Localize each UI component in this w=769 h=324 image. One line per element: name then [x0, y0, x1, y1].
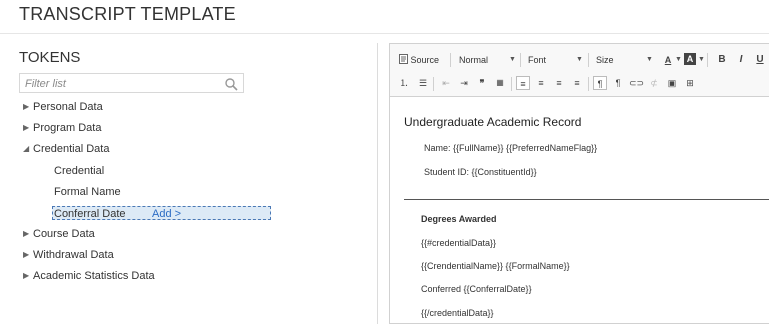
- horizontal-rule: [404, 199, 769, 200]
- increase-indent-icon[interactable]: ⇥: [457, 76, 471, 90]
- size-value: Size: [596, 55, 614, 65]
- format-value: Normal: [459, 55, 489, 65]
- search-icon[interactable]: [224, 77, 238, 91]
- editor-content[interactable]: Undergraduate Academic Record Name: {{Fu…: [390, 97, 769, 323]
- toolbar-separator: [433, 77, 434, 91]
- source-icon: [399, 54, 408, 64]
- template-line[interactable]: {{CrendentialName}} {{FormalName}}: [421, 261, 570, 271]
- font-select[interactable]: Font ▼: [528, 52, 584, 68]
- template-line[interactable]: {{/credentialData}}: [421, 308, 494, 318]
- table-icon[interactable]: ⊞: [683, 76, 697, 90]
- background-color-icon[interactable]: A: [684, 53, 696, 65]
- toolbar-separator: [707, 53, 708, 67]
- title-divider: [0, 33, 769, 34]
- caret-down-icon[interactable]: ◢: [23, 140, 33, 158]
- image-icon[interactable]: ▣: [665, 76, 679, 90]
- div-container-icon[interactable]: ▦: [493, 76, 507, 90]
- font-value: Font: [528, 55, 547, 65]
- toolbar-separator: [588, 53, 589, 67]
- toolbar-separator: [450, 53, 451, 67]
- caret-right-icon[interactable]: ▶: [23, 225, 33, 243]
- tree-item-label: Withdrawal Data: [33, 249, 114, 261]
- caret-right-icon[interactable]: ▶: [23, 246, 33, 264]
- underline-button[interactable]: U: [753, 53, 767, 67]
- size-select[interactable]: Size ▼: [596, 52, 653, 68]
- dropdown-arrow-icon: ▼: [509, 56, 516, 63]
- page-title: TRANSCRIPT TEMPLATE: [19, 4, 236, 24]
- tree-item-withdrawal-data[interactable]: ▶ Withdrawal Data: [23, 246, 114, 264]
- document-title[interactable]: Undergraduate Academic Record: [404, 115, 581, 129]
- tree-item-label: Program Data: [33, 122, 102, 134]
- filter-field[interactable]: [19, 73, 244, 93]
- tree-item-program-data[interactable]: ▶ Program Data: [23, 119, 101, 137]
- numbered-list-icon[interactable]: ⒈: [397, 76, 411, 90]
- add-token-link[interactable]: Add >: [152, 207, 181, 221]
- dropdown-arrow-icon: ▼: [576, 56, 583, 63]
- dropdown-arrow-icon[interactable]: ▼: [698, 56, 705, 63]
- bold-button[interactable]: B: [715, 53, 729, 67]
- link-icon[interactable]: ⊂⊃: [629, 76, 644, 90]
- align-justify-icon[interactable]: ≡: [570, 76, 584, 90]
- align-center-icon[interactable]: ≡: [534, 76, 548, 90]
- source-button[interactable]: Source: [399, 52, 439, 68]
- rich-text-editor[interactable]: Source Normal ▼ Font ▼ Size ▼ A ▼ A ▼ B …: [389, 43, 769, 324]
- text-direction-rtl-icon[interactable]: ¶: [611, 76, 625, 90]
- editor-toolbar: Source Normal ▼ Font ▼ Size ▼ A ▼ A ▼ B …: [390, 44, 769, 97]
- tree-item-credential-data[interactable]: ◢ Credential Data: [23, 140, 109, 158]
- student-id-line[interactable]: Student ID: {{ConstituentId}}: [424, 167, 537, 177]
- name-line[interactable]: Name: {{FullName}} {{PreferredNameFlag}}: [424, 143, 597, 153]
- tree-item-label: Credential Data: [33, 143, 110, 155]
- text-color-icon[interactable]: A: [661, 53, 675, 67]
- tree-item-course-data[interactable]: ▶ Course Data: [23, 225, 95, 243]
- dropdown-arrow-icon[interactable]: ▼: [675, 56, 682, 63]
- tree-item-personal-data[interactable]: ▶ Personal Data: [23, 98, 103, 116]
- toolbar-separator: [520, 53, 521, 67]
- template-line[interactable]: {{#credentialData}}: [421, 238, 496, 248]
- italic-button[interactable]: I: [734, 53, 748, 67]
- toolbar-separator: [511, 77, 512, 91]
- align-right-icon[interactable]: ≡: [552, 76, 566, 90]
- dropdown-arrow-icon: ▼: [646, 56, 653, 63]
- filter-input[interactable]: [20, 75, 220, 93]
- tree-item-label: Course Data: [33, 228, 95, 240]
- text-direction-ltr-icon[interactable]: ¶: [593, 76, 607, 90]
- token-conferral-date-selected[interactable]: Conferral Date Add >: [52, 206, 271, 220]
- token-formal-name[interactable]: Formal Name: [54, 183, 121, 201]
- decrease-indent-icon[interactable]: ⇤: [439, 76, 453, 90]
- token-label: Conferral Date: [54, 208, 126, 220]
- bulleted-list-icon[interactable]: ☰: [416, 76, 430, 90]
- tokens-heading: TOKENS: [19, 49, 81, 66]
- tree-item-label: Academic Statistics Data: [33, 270, 155, 282]
- caret-right-icon[interactable]: ▶: [23, 98, 33, 116]
- source-label: Source: [410, 55, 440, 65]
- token-credential[interactable]: Credential: [54, 162, 104, 180]
- tree-item-label: Personal Data: [33, 101, 103, 113]
- toolbar-separator: [588, 77, 589, 91]
- caret-right-icon[interactable]: ▶: [23, 119, 33, 137]
- tree-item-academic-statistics-data[interactable]: ▶ Academic Statistics Data: [23, 267, 155, 285]
- template-line[interactable]: Conferred {{ConferralDate}}: [421, 284, 532, 294]
- caret-right-icon[interactable]: ▶: [23, 267, 33, 285]
- degrees-heading[interactable]: Degrees Awarded: [421, 214, 497, 224]
- blockquote-icon[interactable]: ❞: [475, 76, 489, 90]
- unlink-icon[interactable]: ⊄: [647, 76, 661, 90]
- panel-divider: [377, 43, 378, 324]
- format-select[interactable]: Normal ▼: [459, 52, 517, 68]
- align-left-icon[interactable]: ≡: [516, 76, 530, 90]
